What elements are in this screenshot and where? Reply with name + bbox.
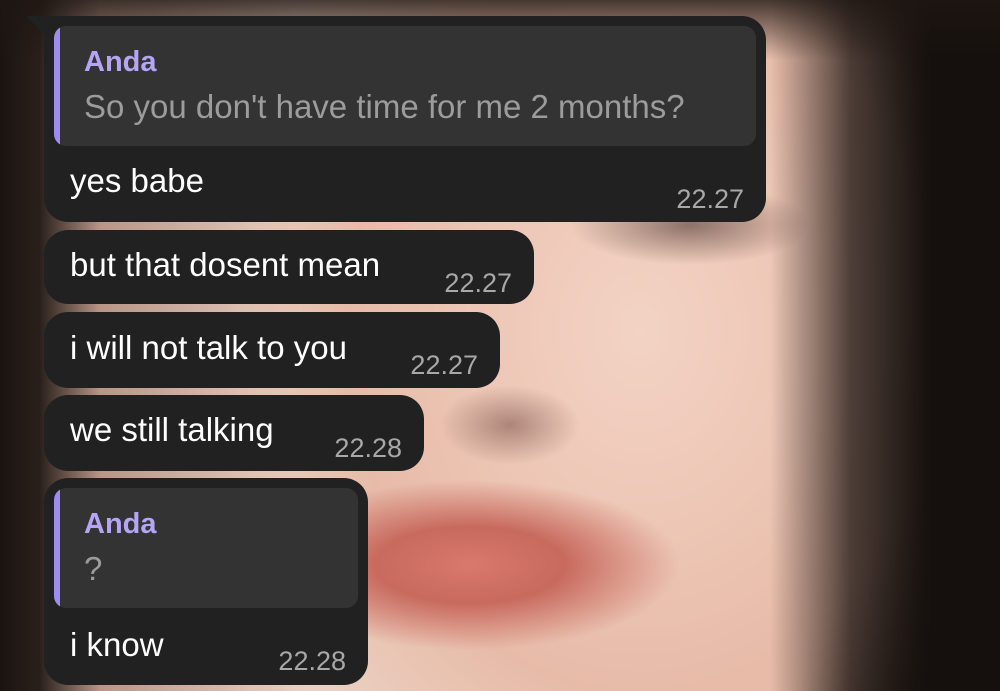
message-bubble[interactable]: i will not talk to you 22.27 [44,312,500,388]
message-time: 22.28 [334,433,402,463]
reply-preview[interactable]: Anda ? [54,488,358,608]
message-bubble[interactable]: Anda So you don't have time for me 2 mon… [26,16,766,222]
reply-accent-bar [54,26,60,146]
reply-preview[interactable]: Anda So you don't have time for me 2 mon… [54,26,756,146]
message-text: yes babe [70,162,204,199]
message-text: we still talking [70,411,274,448]
message-time: 22.27 [410,350,478,380]
message-bubble[interactable]: Anda ? i know 22.28 [44,478,368,685]
bubble-tail [26,16,44,34]
message-time: 22.28 [278,646,346,676]
reply-accent-bar [54,488,60,608]
message-bubble[interactable]: but that dosent mean 22.27 [44,230,534,304]
message-list[interactable]: Anda So you don't have time for me 2 mon… [0,0,1000,691]
message-text: i know [70,626,164,663]
reply-author: Anda [84,46,157,78]
reply-quote-text: ? [84,550,103,587]
reply-author: Anda [84,508,157,540]
reply-quote-text: So you don't have time for me 2 months? [84,88,685,125]
message-text: i will not talk to you [70,329,347,366]
message-text: but that dosent mean [70,246,381,283]
message-time: 22.27 [676,184,744,214]
message-bubble[interactable]: we still talking 22.28 [44,395,424,471]
message-time: 22.27 [444,268,512,298]
